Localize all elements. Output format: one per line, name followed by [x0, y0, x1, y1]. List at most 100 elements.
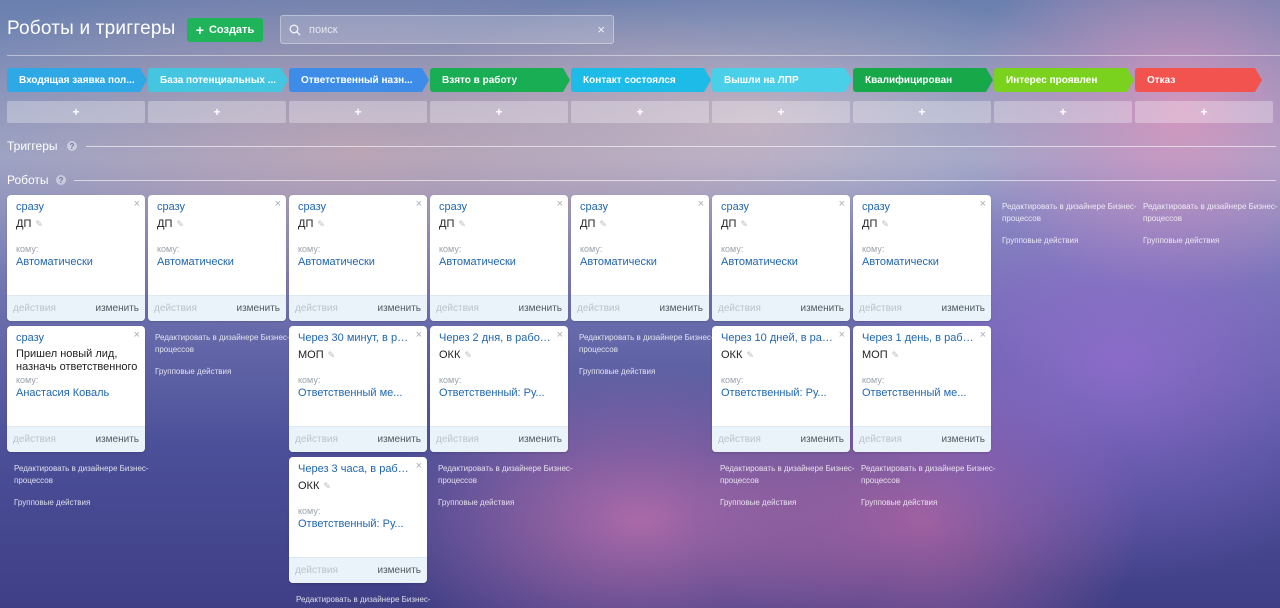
robot-assignee[interactable]: Автоматически — [862, 256, 984, 268]
pencil-icon[interactable]: ✎ — [892, 350, 900, 361]
actions-link[interactable]: действия — [859, 303, 902, 314]
robot-assignee[interactable]: Ответственный: Ру... — [298, 518, 420, 530]
robot-card[interactable]: × сразу ДП ✎ кому: Автоматически действия… — [430, 195, 568, 321]
create-button[interactable]: + Создать — [187, 18, 263, 42]
add-trigger-button[interactable]: + — [148, 101, 286, 123]
robot-card[interactable]: × сразу ДП ✎ кому: Автоматически действия… — [712, 195, 850, 321]
robot-assignee[interactable]: Автоматически — [580, 256, 702, 268]
close-icon[interactable]: × — [698, 199, 704, 210]
robot-assignee[interactable]: Ответственный: Ру... — [439, 387, 561, 399]
add-trigger-button[interactable]: + — [712, 101, 850, 123]
close-icon[interactable]: × — [275, 199, 281, 210]
change-link[interactable]: изменить — [236, 303, 280, 314]
robot-assignee[interactable]: Ответственный ме... — [862, 387, 984, 399]
actions-link[interactable]: действия — [436, 434, 479, 445]
robot-timing[interactable]: Через 30 минут, в раб... — [298, 332, 410, 344]
robot-card[interactable]: × сразу ДП ✎ кому: Автоматически действия… — [571, 195, 709, 321]
close-icon[interactable]: × — [557, 199, 563, 210]
robot-timing[interactable]: Через 10 дней, в раб... — [721, 332, 833, 344]
pencil-icon[interactable]: ✎ — [176, 219, 184, 230]
robot-assignee[interactable]: Ответственный ме... — [298, 387, 420, 399]
robot-timing[interactable]: сразу — [580, 201, 692, 213]
robot-timing[interactable]: сразу — [439, 201, 551, 213]
change-link[interactable]: изменить — [800, 434, 844, 445]
change-link[interactable]: изменить — [377, 565, 421, 576]
robot-card[interactable]: × Через 2 дня, в рабоч... ОКК ✎ кому: Отв… — [430, 326, 568, 452]
robot-card[interactable]: × сразу ДП ✎ кому: Автоматически действия… — [7, 195, 145, 321]
actions-link[interactable]: действия — [295, 565, 338, 576]
robot-timing[interactable]: сразу — [298, 201, 410, 213]
pencil-icon[interactable]: ✎ — [599, 219, 607, 230]
pencil-icon[interactable]: ✎ — [458, 219, 466, 230]
stage-8[interactable]: Интерес проявлен — [994, 68, 1134, 92]
pencil-icon[interactable]: ✎ — [328, 350, 336, 361]
stage-4[interactable]: Взято в работу — [430, 68, 570, 92]
close-icon[interactable]: × — [134, 330, 140, 341]
group-actions-link[interactable]: Групповые действия — [155, 366, 293, 378]
close-icon[interactable]: × — [416, 330, 422, 341]
change-link[interactable]: изменить — [377, 303, 421, 314]
robot-assignee[interactable]: Автоматически — [16, 256, 138, 268]
robot-card[interactable]: × сразу ДП ✎ кому: Автоматически действия… — [853, 195, 991, 321]
actions-link[interactable]: действия — [436, 303, 479, 314]
robot-assignee[interactable]: Ответственный: Ру... — [721, 387, 843, 399]
stage-3[interactable]: Ответственный назн... — [289, 68, 429, 92]
edit-in-designer-link[interactable]: Редактировать в дизайнере Бизнес-процесс… — [1002, 201, 1140, 225]
robot-card[interactable]: × Через 10 дней, в раб... ОКК ✎ кому: Отв… — [712, 326, 850, 452]
group-actions-link[interactable]: Групповые действия — [14, 497, 152, 509]
pencil-icon[interactable]: ✎ — [323, 481, 331, 492]
robot-assignee[interactable]: Автоматически — [721, 256, 843, 268]
stage-2[interactable]: База потенциальных ... — [148, 68, 288, 92]
robot-card[interactable]: × сразу Пришел новый лид, назначь ответс… — [7, 326, 145, 452]
change-link[interactable]: изменить — [377, 434, 421, 445]
robot-card[interactable]: × Через 3 часа, в рабо... ОКК ✎ кому: Отв… — [289, 457, 427, 583]
actions-link[interactable]: действия — [718, 303, 761, 314]
close-icon[interactable]: × — [557, 330, 563, 341]
pencil-icon[interactable]: ✎ — [464, 350, 472, 361]
change-link[interactable]: изменить — [800, 303, 844, 314]
robot-card[interactable]: × сразу ДП ✎ кому: Автоматически действия… — [289, 195, 427, 321]
change-link[interactable]: изменить — [95, 303, 139, 314]
edit-in-designer-link[interactable]: Редактировать в дизайнере Бизнес-процесс… — [296, 594, 434, 608]
actions-link[interactable]: действия — [13, 434, 56, 445]
search-box[interactable]: × — [280, 15, 614, 44]
robot-timing[interactable]: сразу — [16, 332, 128, 344]
change-link[interactable]: изменить — [941, 434, 985, 445]
robot-assignee[interactable]: Анастасия Коваль — [16, 387, 138, 399]
change-link[interactable]: изменить — [941, 303, 985, 314]
actions-link[interactable]: действия — [154, 303, 197, 314]
edit-in-designer-link[interactable]: Редактировать в дизайнере Бизнес-процесс… — [1143, 201, 1280, 225]
change-link[interactable]: изменить — [518, 434, 562, 445]
add-trigger-button[interactable]: + — [994, 101, 1132, 123]
robot-timing[interactable]: сразу — [721, 201, 833, 213]
edit-in-designer-link[interactable]: Редактировать в дизайнере Бизнес-процесс… — [438, 463, 576, 487]
add-trigger-button[interactable]: + — [571, 101, 709, 123]
search-input[interactable] — [309, 23, 598, 36]
robot-timing[interactable]: сразу — [157, 201, 269, 213]
robot-timing[interactable]: Через 3 часа, в рабо... — [298, 463, 410, 475]
stage-5[interactable]: Контакт состоялся — [571, 68, 711, 92]
add-trigger-button[interactable]: + — [1135, 101, 1273, 123]
group-actions-link[interactable]: Групповые действия — [861, 497, 999, 509]
stage-1[interactable]: Входящая заявка пол... — [7, 68, 147, 92]
help-icon[interactable]: ? — [56, 175, 66, 185]
group-actions-link[interactable]: Групповые действия — [438, 497, 576, 509]
robot-assignee[interactable]: Автоматически — [157, 256, 279, 268]
group-actions-link[interactable]: Групповые действия — [720, 497, 858, 509]
close-icon[interactable]: × — [839, 199, 845, 210]
edit-in-designer-link[interactable]: Редактировать в дизайнере Бизнес-процесс… — [579, 332, 717, 356]
add-trigger-button[interactable]: + — [289, 101, 427, 123]
robot-timing[interactable]: сразу — [862, 201, 974, 213]
actions-link[interactable]: действия — [295, 434, 338, 445]
add-trigger-button[interactable]: + — [853, 101, 991, 123]
actions-link[interactable]: действия — [859, 434, 902, 445]
close-icon[interactable]: × — [980, 199, 986, 210]
group-actions-link[interactable]: Групповые действия — [1143, 235, 1280, 247]
group-actions-link[interactable]: Групповые действия — [1002, 235, 1140, 247]
close-icon[interactable]: × — [416, 461, 422, 472]
robot-assignee[interactable]: Автоматически — [298, 256, 420, 268]
actions-link[interactable]: действия — [13, 303, 56, 314]
change-link[interactable]: изменить — [518, 303, 562, 314]
pencil-icon[interactable]: ✎ — [740, 219, 748, 230]
stage-9[interactable]: Отказ — [1135, 68, 1262, 92]
